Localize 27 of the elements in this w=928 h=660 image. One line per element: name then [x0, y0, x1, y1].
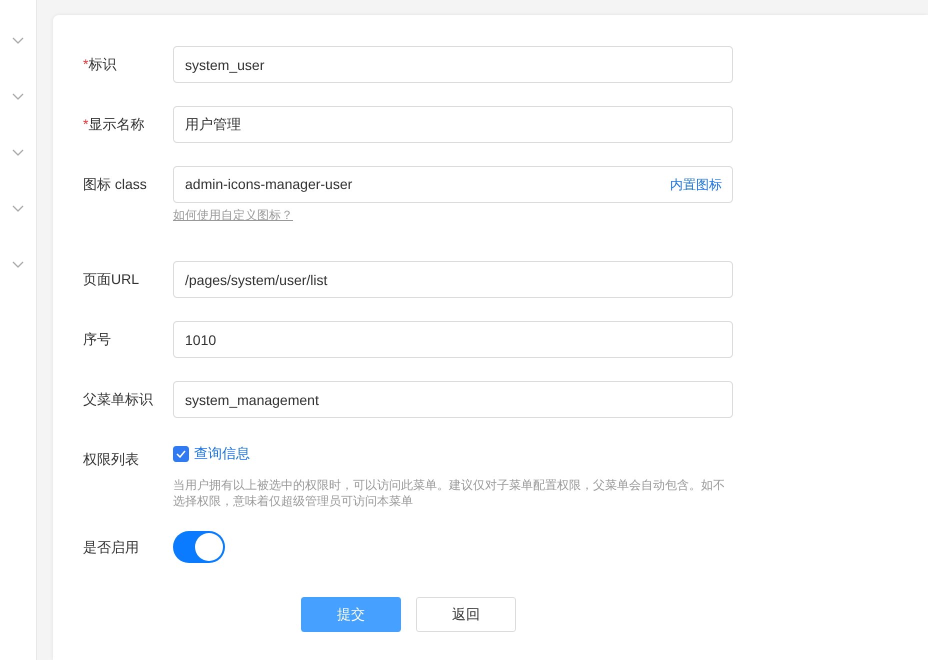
field-label: 页面URL [83, 270, 140, 289]
field-label: 权限列表 [83, 450, 139, 469]
back-button[interactable]: 返回 [416, 597, 516, 632]
text-field[interactable]: admin-icons-manager-user 内置图标 [173, 166, 733, 203]
permission-hint: 当用户拥有以上被选中的权限时，可以访问此菜单。建议仅对子菜单配置权限，父菜单会自动包含。如不选择权限，意味着仅超级管理员可访问本菜单 [173, 477, 726, 509]
field-label: 标识 [88, 55, 116, 74]
permission-checkbox[interactable]: 查询信息 [173, 443, 733, 464]
text-field[interactable]: system_management [173, 381, 733, 418]
chevron-down-icon[interactable] [12, 205, 24, 213]
chevron-down-icon[interactable] [12, 261, 24, 269]
enable-switch[interactable] [173, 531, 225, 563]
check-icon [176, 450, 186, 458]
text-field[interactable]: 1010 [173, 321, 733, 358]
text-field[interactable]: 用户管理 [173, 106, 733, 143]
chevron-down-icon[interactable] [12, 93, 24, 101]
field-label: 父菜单标识 [83, 390, 153, 409]
chevron-down-icon[interactable] [12, 37, 24, 45]
field-label: 序号 [83, 330, 111, 349]
field-label: 是否启用 [83, 538, 140, 556]
builtin-icons-link[interactable]: 内置图标 [670, 174, 722, 194]
chevron-down-icon[interactable] [12, 149, 24, 157]
text-field[interactable]: system_user [173, 46, 733, 83]
required-asterisk: * [83, 55, 88, 74]
required-asterisk: * [83, 115, 88, 134]
field-label: 显示名称 [88, 115, 144, 134]
field-label: 图标 class [83, 175, 147, 194]
text-field[interactable]: /pages/system/user/list [173, 261, 733, 298]
